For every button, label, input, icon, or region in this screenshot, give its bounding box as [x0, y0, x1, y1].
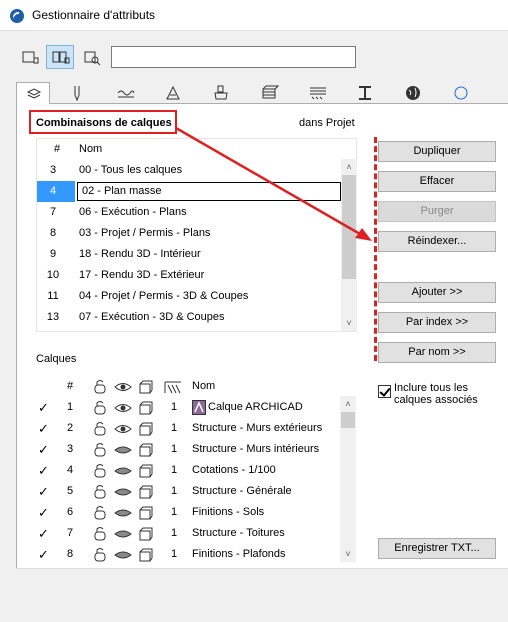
eye-icon[interactable] — [114, 421, 132, 437]
layer-row[interactable]: ✓ 1 1 Calque ARCHICAD — [30, 397, 340, 418]
wireframe-icon[interactable] — [138, 463, 154, 479]
check-icon[interactable]: ✓ — [38, 484, 49, 500]
par-index-button[interactable]: Par index >> — [378, 312, 496, 333]
layers-title: Calques — [36, 353, 77, 365]
lock-icon[interactable] — [92, 442, 108, 458]
ajouter-button[interactable]: Ajouter >> — [378, 282, 496, 303]
eye-closed-icon[interactable] — [114, 526, 132, 542]
eye-icon[interactable] — [114, 400, 132, 416]
eye-icon — [114, 383, 132, 391]
layer-row[interactable]: ✓ 7 1 Structure - Toitures — [30, 523, 340, 544]
layers-list: # Nom ✓ 1 1 Calque ARCHICAD ✓ 2 1 Struct… — [30, 376, 357, 562]
wireframe-icon[interactable] — [138, 400, 154, 416]
lock-icon[interactable] — [92, 484, 108, 500]
lock-icon[interactable] — [92, 526, 108, 542]
layer-row[interactable]: ✓ 3 1 Structure - Murs intérieurs — [30, 439, 340, 460]
lock-icon[interactable] — [92, 463, 108, 479]
check-icon[interactable]: ✓ — [38, 505, 49, 521]
enregistrer-txt-button[interactable]: Enregistrer TXT... — [378, 538, 496, 559]
include-all-checkbox[interactable] — [378, 385, 391, 398]
lock-icon — [94, 380, 106, 394]
check-icon[interactable]: ✓ — [38, 547, 49, 563]
par-nom-button[interactable]: Par nom >> — [378, 342, 496, 363]
layer-row[interactable]: ✓ 6 1 Finitions - Sols — [30, 502, 340, 523]
scroll-up-arrow-icon[interactable]: ˄ — [340, 396, 356, 412]
header-num: # — [66, 380, 74, 392]
wireframe-icon[interactable] — [138, 421, 154, 437]
wireframe-icon[interactable] — [138, 505, 154, 521]
check-icon[interactable]: ✓ — [38, 463, 49, 479]
intersection-group-icon — [164, 381, 181, 394]
eye-closed-icon[interactable] — [114, 505, 132, 521]
header-name: Nom — [192, 380, 216, 392]
archicad-layer-icon — [192, 400, 206, 415]
layers-header: # Nom — [30, 376, 340, 397]
layer-row[interactable]: ✓ 5 1 Structure - Générale — [30, 481, 340, 502]
eye-closed-icon[interactable] — [114, 547, 132, 563]
layer-row[interactable]: ✓ 4 1 Cotations - 1/100 — [30, 460, 340, 481]
layer-row[interactable]: ✓ 2 1 Structure - Murs extérieurs — [30, 418, 340, 439]
check-icon[interactable]: ✓ — [38, 442, 49, 458]
scroll-down-arrow-icon[interactable]: ˅ — [340, 546, 356, 562]
lock-icon[interactable] — [92, 547, 108, 563]
check-icon[interactable]: ✓ — [38, 400, 49, 416]
wireframe-icon[interactable] — [138, 526, 154, 542]
dupliquer-button[interactable]: Dupliquer — [378, 141, 496, 162]
lock-icon[interactable] — [92, 400, 108, 416]
panel-bottom-divider — [16, 568, 508, 569]
reindexer-button[interactable]: Réindexer... — [378, 231, 496, 252]
wireframe-icon[interactable] — [138, 442, 154, 458]
include-all-label: Inclure tous les calques associés — [394, 382, 478, 406]
scroll-thumb[interactable] — [341, 412, 355, 428]
layers-scrollbar[interactable]: ˄ ˅ — [340, 396, 356, 562]
check-icon[interactable]: ✓ — [38, 526, 49, 542]
eye-closed-icon[interactable] — [114, 463, 132, 479]
wireframe-icon — [139, 380, 153, 394]
check-icon[interactable]: ✓ — [38, 421, 49, 437]
lock-icon[interactable] — [92, 505, 108, 521]
purger-button[interactable]: Purger — [378, 201, 496, 222]
lock-icon[interactable] — [92, 421, 108, 437]
eye-closed-icon[interactable] — [114, 484, 132, 500]
eye-closed-icon[interactable] — [114, 442, 132, 458]
layer-row[interactable]: ✓ 8 1 Finitions - Plafonds — [30, 544, 340, 565]
effacer-button[interactable]: Effacer — [378, 171, 496, 192]
wireframe-icon[interactable] — [138, 484, 154, 500]
wireframe-icon[interactable] — [138, 547, 154, 563]
